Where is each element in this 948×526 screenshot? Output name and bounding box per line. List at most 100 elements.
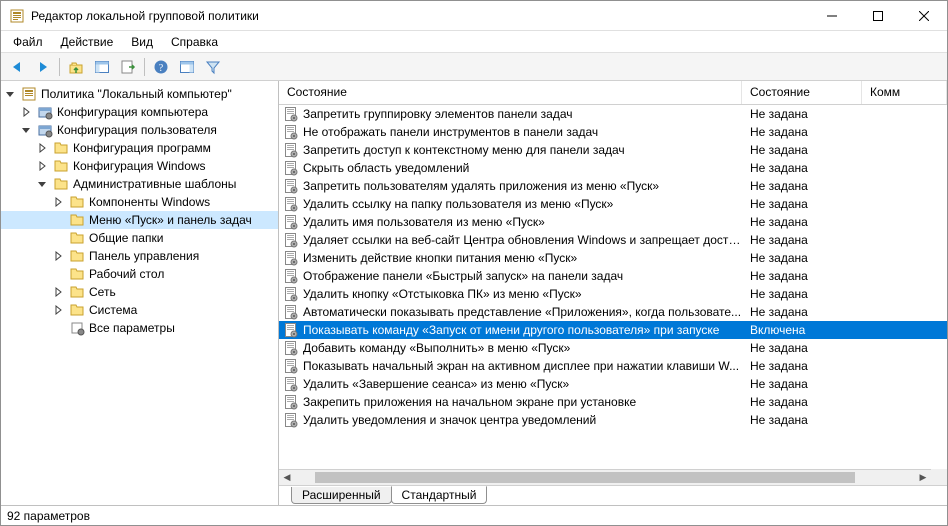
list-body: Запретить группировку элементов панели з… xyxy=(279,105,947,485)
collapse-icon[interactable] xyxy=(5,89,19,99)
expand-icon[interactable] xyxy=(37,161,51,171)
horizontal-scrollbar[interactable]: ◀ ▶ xyxy=(279,469,931,485)
policy-name: Удалить ссылку на папку пользователя из … xyxy=(303,197,613,211)
tree-item[interactable]: Конфигурация компьютера xyxy=(1,103,278,121)
folder-icon xyxy=(69,230,85,246)
export-button[interactable] xyxy=(116,56,140,78)
menu-действие[interactable]: Действие xyxy=(53,33,122,51)
app-icon xyxy=(9,8,25,24)
expand-icon[interactable] xyxy=(21,107,35,117)
collapse-icon[interactable] xyxy=(37,179,51,189)
expand-icon[interactable] xyxy=(53,287,67,297)
scroll-left-button[interactable]: ◀ xyxy=(279,470,295,485)
tab-standard[interactable]: Стандартный xyxy=(391,486,488,504)
policy-row[interactable]: Удалить кнопку «Отстыковка ПК» из меню «… xyxy=(279,285,947,303)
tab-extended[interactable]: Расширенный xyxy=(291,487,392,504)
policy-row[interactable]: Удалить ссылку на папку пользователя из … xyxy=(279,195,947,213)
policy-row[interactable]: Отображение панели «Быстрый запуск» на п… xyxy=(279,267,947,285)
tree-item[interactable]: Компоненты Windows xyxy=(1,193,278,211)
policy-row[interactable]: Закрепить приложения на начальном экране… xyxy=(279,393,947,411)
folder-icon xyxy=(69,212,85,228)
policy-icon xyxy=(283,358,299,374)
policy-row[interactable]: Удалить «Завершение сеанса» из меню «Пус… xyxy=(279,375,947,393)
tree-item[interactable]: Все параметры xyxy=(1,319,278,337)
policy-icon xyxy=(283,268,299,284)
policy-state: Не задана xyxy=(742,161,862,175)
body: Политика "Локальный компьютер" Конфигурац… xyxy=(1,81,947,505)
expand-icon[interactable] xyxy=(37,143,51,153)
tree-item[interactable]: Политика "Локальный компьютер" xyxy=(1,85,278,103)
folder-icon xyxy=(69,266,85,282)
scroll-corner xyxy=(931,469,947,485)
policy-name: Не отображать панели инструментов в пане… xyxy=(303,125,598,139)
folder-icon xyxy=(53,158,69,174)
expand-icon[interactable] xyxy=(53,251,67,261)
filter-button[interactable] xyxy=(201,56,225,78)
policy-row[interactable]: Удалить уведомления и значок центра увед… xyxy=(279,411,947,429)
window: Редактор локальной групповой политики Фа… xyxy=(0,0,948,526)
all-icon xyxy=(69,320,85,336)
policy-name: Автоматически показывать представление «… xyxy=(303,305,741,319)
tree-item[interactable]: Меню «Пуск» и панель задач xyxy=(1,211,278,229)
expand-icon[interactable] xyxy=(53,197,67,207)
tree-item-label: Сеть xyxy=(89,285,116,299)
policy-row[interactable]: Запретить доступ к контекстному меню для… xyxy=(279,141,947,159)
tree-item[interactable]: Конфигурация пользователя xyxy=(1,121,278,139)
policy-state: Не задана xyxy=(742,251,862,265)
policy-icon xyxy=(283,178,299,194)
policy-row[interactable]: Удаляет ссылки на веб-сайт Центра обновл… xyxy=(279,231,947,249)
column-header-comment[interactable]: Комм xyxy=(862,81,947,104)
tree-item-label: Конфигурация программ xyxy=(73,141,211,155)
tree-item[interactable]: Рабочий стол xyxy=(1,265,278,283)
scroll-thumb[interactable] xyxy=(315,472,855,483)
expand-icon[interactable] xyxy=(53,305,67,315)
menu-вид[interactable]: Вид xyxy=(123,33,161,51)
policy-row[interactable]: Запретить пользователям удалять приложен… xyxy=(279,177,947,195)
tree-item[interactable]: Конфигурация программ xyxy=(1,139,278,157)
policy-state: Включена xyxy=(742,323,862,337)
show-hide-tree-button[interactable] xyxy=(90,56,114,78)
scroll-right-button[interactable]: ▶ xyxy=(915,470,931,485)
policy-name: Удаляет ссылки на веб-сайт Центра обновл… xyxy=(303,233,742,247)
minimize-button[interactable] xyxy=(809,1,855,30)
policy-state: Не задана xyxy=(742,395,862,409)
policy-row[interactable]: Не отображать панели инструментов в пане… xyxy=(279,123,947,141)
column-header-state[interactable]: Состояние xyxy=(742,81,862,104)
folder-icon xyxy=(69,302,85,318)
help-button[interactable]: ? xyxy=(149,56,173,78)
show-hide-action-button[interactable] xyxy=(175,56,199,78)
tree-item[interactable]: Административные шаблоны xyxy=(1,175,278,193)
column-header-name[interactable]: Состояние xyxy=(279,81,742,104)
policy-name: Скрыть область уведомлений xyxy=(303,161,469,175)
up-button[interactable] xyxy=(64,56,88,78)
tree-item[interactable]: Система xyxy=(1,301,278,319)
tree-item[interactable]: Панель управления xyxy=(1,247,278,265)
list-pane: Состояние Состояние Комм Запретить групп… xyxy=(279,81,947,505)
policy-name: Удалить «Завершение сеанса» из меню «Пус… xyxy=(303,377,569,391)
tree-item[interactable]: Сеть xyxy=(1,283,278,301)
policy-state: Не задана xyxy=(742,197,862,211)
tree-item[interactable]: Конфигурация Windows xyxy=(1,157,278,175)
menu-справка[interactable]: Справка xyxy=(163,33,226,51)
policy-row[interactable]: Показывать начальный экран на активном д… xyxy=(279,357,947,375)
tree-item[interactable]: Общие папки xyxy=(1,229,278,247)
tree-item-label: Политика "Локальный компьютер" xyxy=(41,87,232,101)
tree-pane[interactable]: Политика "Локальный компьютер" Конфигурац… xyxy=(1,81,279,505)
policy-icon xyxy=(283,304,299,320)
back-button[interactable] xyxy=(5,56,29,78)
policy-name: Удалить имя пользователя из меню «Пуск» xyxy=(303,215,545,229)
policy-row[interactable]: Запретить группировку элементов панели з… xyxy=(279,105,947,123)
policy-row[interactable]: Показывать команду «Запуск от имени друг… xyxy=(279,321,947,339)
menu-файл[interactable]: Файл xyxy=(5,33,51,51)
policy-row[interactable]: Удалить имя пользователя из меню «Пуск»Н… xyxy=(279,213,947,231)
policy-row[interactable]: Добавить команду «Выполнить» в меню «Пус… xyxy=(279,339,947,357)
tree-item-label: Система xyxy=(89,303,137,317)
policy-row[interactable]: Изменить действие кнопки питания меню «П… xyxy=(279,249,947,267)
maximize-button[interactable] xyxy=(855,1,901,30)
folder-icon xyxy=(69,284,85,300)
policy-row[interactable]: Скрыть область уведомлений Не задана xyxy=(279,159,947,177)
forward-button[interactable] xyxy=(31,56,55,78)
close-button[interactable] xyxy=(901,1,947,30)
collapse-icon[interactable] xyxy=(21,125,35,135)
policy-row[interactable]: Автоматически показывать представление «… xyxy=(279,303,947,321)
